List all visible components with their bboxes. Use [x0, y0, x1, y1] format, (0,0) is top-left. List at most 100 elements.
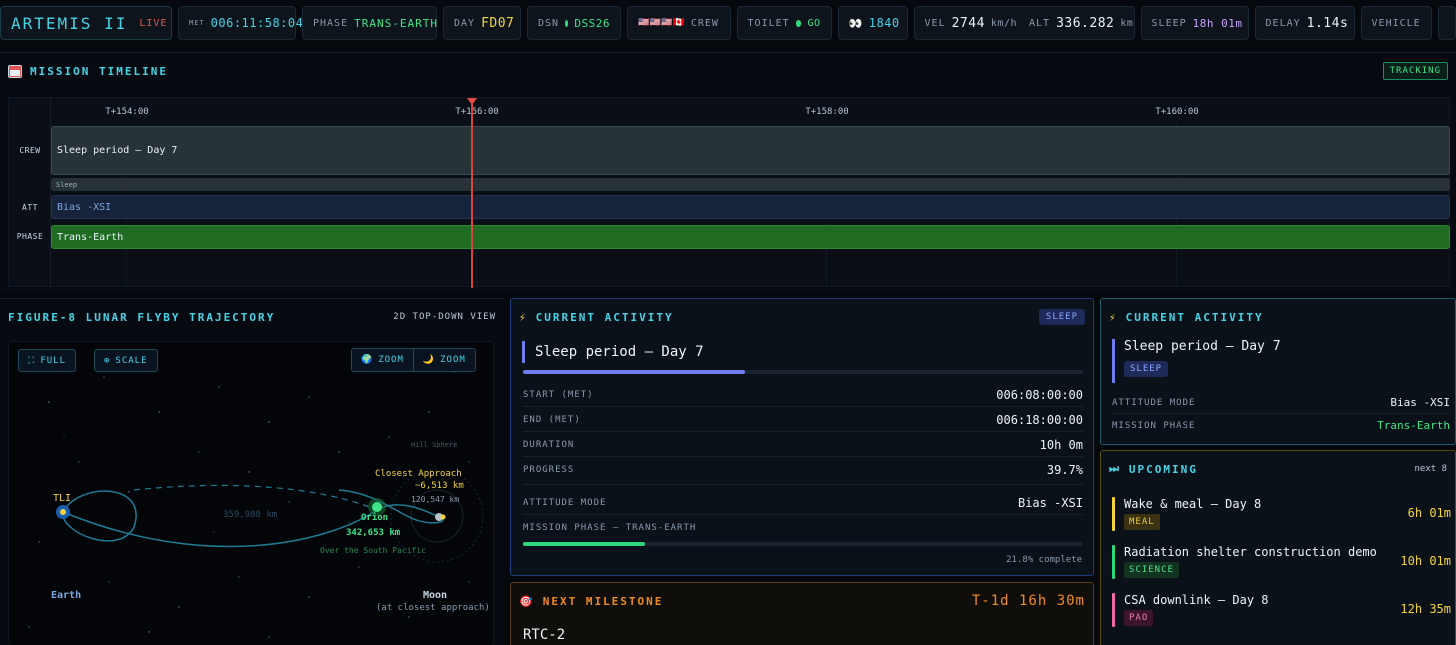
next-milestone-panel: 🎯 NEXT MILESTONE T-1d 16h 30m RTC-2 [510, 582, 1094, 645]
moon-distance: 120,547 km [411, 495, 460, 504]
upcoming-item[interactable]: CSA downlink — Day 8 PAO 12h 35m [1112, 593, 1451, 633]
upcoming-tag: SCIENCE [1124, 562, 1179, 578]
upcoming-color-bar [1112, 497, 1115, 531]
dsn-value: DSS26 [574, 16, 610, 30]
scale-button[interactable]: ⊕ SCALE [94, 349, 158, 372]
met-label: MET [189, 19, 205, 27]
scale-label: SCALE [115, 355, 148, 366]
time-tick: T+158:00 [805, 107, 849, 117]
met-chip: MET 006:11:58:04 [178, 6, 303, 40]
trajectory-svg [28, 371, 484, 638]
toilet-value: GO [807, 17, 821, 29]
kv-progress: PROGRESS 39.7% [523, 463, 1083, 477]
milestone-title-text: NEXT MILESTONE [542, 594, 664, 608]
lane-label-crew: CREW [19, 146, 41, 155]
closest-approach-label: Closest Approach [375, 469, 462, 479]
timeline-title: MISSION TIMELINE [8, 64, 168, 78]
hill-sphere-label: Hill Sphere [411, 441, 458, 449]
orion-distance: 342,653 km [346, 528, 401, 538]
day-chip: DAY FD07 [443, 6, 521, 40]
delay-label: DELAY [1265, 17, 1301, 29]
upcoming-time: 10h 01m [1400, 554, 1451, 568]
trajectory-header: FIGURE-8 LUNAR FLYBY TRAJECTORY 2D TOP-D… [0, 299, 504, 335]
progress-value: 39.7% [1046, 463, 1083, 477]
moon-label: Moon [423, 590, 448, 601]
crew-activity-bar[interactable]: Sleep period — Day 7 [51, 126, 1450, 175]
side-kv-phase: MISSION PHASE Trans-Earth [1112, 419, 1450, 432]
crew-sub-bar[interactable]: Sleep [51, 178, 1450, 191]
fast-forward-icon: ⏭ [1109, 462, 1121, 475]
globe-icon: 🌍 [361, 355, 374, 365]
zoom-moon-button[interactable]: 🌙 ZOOM [412, 349, 475, 371]
end-value: 006:18:00:00 [996, 413, 1083, 427]
milestone-name: RTC-2 [523, 627, 566, 643]
tli-label: TLI [53, 493, 72, 504]
lightning-icon: ⚡ [519, 310, 528, 324]
upcoming-item[interactable]: Wake & meal — Day 8 MEAL 6h 01m [1112, 497, 1451, 537]
trajectory-map[interactable]: ⛶ FULL ⊕ SCALE 🌍 ZOOM 🌙 ZOOM TLI Earth M… [8, 341, 494, 645]
live-label: LIVE [139, 17, 168, 29]
toilet-chip: TOILET GO [736, 6, 832, 40]
dsn-status-icon [565, 19, 569, 27]
toilet-status-icon [795, 19, 802, 27]
upcoming-panel: ⏭ UPCOMING next 8 Wake & meal — Day 8 MEA… [1100, 450, 1456, 645]
current-time-marker-head [467, 98, 477, 105]
phase-bar[interactable]: Trans-Earth [51, 225, 1450, 249]
viewers-chip: 👀 1840 [837, 6, 908, 40]
mission-brand: ARTEMIS II LIVE [0, 6, 172, 40]
activity-name: Sleep period — Day 7 [522, 341, 704, 363]
crew-label: CREW [690, 17, 719, 29]
upcoming-color-bar [1112, 545, 1115, 579]
activity-progress-fill [523, 370, 746, 374]
duration-value: 10h 0m [1039, 438, 1083, 452]
alt-label: ALT [1029, 17, 1051, 29]
status-bar: ARTEMIS II LIVE MET 006:11:58:04 PHASE T… [0, 0, 1456, 46]
vehicle-label: VEHICLE [1371, 17, 1421, 29]
kv-attitude: ATTITUDE MODE Bias -XSI [523, 496, 1083, 510]
vel-alt-chip: VEL 2744 km/h ALT 336.282 km [913, 6, 1135, 40]
mission-phase-label: MISSION PHASE — TRANS-EARTH [523, 523, 697, 533]
tli-marker [60, 509, 66, 515]
timeline-header: MISSION TIMELINE TRACKING [0, 53, 1456, 89]
orion-label: Orion [361, 513, 389, 523]
tracking-toggle[interactable]: TRACKING [1382, 62, 1448, 80]
return-path [133, 484, 378, 511]
upcoming-item[interactable]: Radiation shelter construction demo SCIEN… [1112, 545, 1451, 585]
activity-title-text: CURRENT ACTIVITY [535, 310, 674, 324]
side-activity-header: ⚡ CURRENT ACTIVITY [1101, 299, 1455, 335]
vehicle-button[interactable]: VEHICLE [1360, 6, 1432, 40]
start-label: START (MET) [523, 390, 594, 400]
toilet-label: TOILET [747, 17, 790, 29]
zoom-earth-label: ZOOM [378, 355, 404, 365]
dsn-label: DSN [538, 17, 560, 29]
timeline-canvas[interactable]: CREW ATT PHASE T+154:00 T+156:00 T+158:0… [8, 97, 1450, 288]
side-kv-attitude: ATTITUDE MODE Bias -XSI [1112, 396, 1450, 409]
time-tick: T+154:00 [105, 107, 149, 117]
full-button[interactable]: ⛶ FULL [18, 349, 76, 372]
side-activity-title: ⚡ CURRENT ACTIVITY [1109, 311, 1264, 324]
phase-complete-note: 21.8% complete [1006, 555, 1082, 565]
attitude-bar[interactable]: Bias -XSI [51, 195, 1450, 219]
upcoming-time: 12h 35m [1400, 602, 1451, 616]
met-value: 006:11:58:04 [210, 16, 304, 30]
lane-label-att: ATT [22, 203, 38, 212]
kv-end: END (MET) 006:18:00:00 [523, 413, 1083, 427]
alt-unit: km [1120, 17, 1134, 29]
day-value: FD07 [481, 15, 515, 31]
orion-marker [372, 502, 382, 512]
zoom-earth-button[interactable]: 🌍 ZOOM [352, 349, 413, 371]
extra-chip [1437, 6, 1456, 40]
dsn-chip[interactable]: DSN DSS26 [527, 6, 621, 40]
vel-unit: km/h [990, 17, 1017, 29]
current-time-marker [471, 100, 473, 288]
time-tick: T+156:00 [455, 107, 499, 117]
side-attitude-value: Bias -XSI [1390, 396, 1450, 409]
kv-duration: DURATION 10h 0m [523, 438, 1083, 452]
day-label: DAY [454, 17, 476, 29]
trajectory-title: FIGURE-8 LUNAR FLYBY TRAJECTORY [8, 310, 276, 324]
milestone-header: 🎯 NEXT MILESTONE T-1d 16h 30m [511, 583, 1093, 619]
end-label: END (MET) [523, 415, 581, 425]
trajectory-panel: FIGURE-8 LUNAR FLYBY TRAJECTORY 2D TOP-D… [0, 298, 504, 645]
milestone-title: 🎯 NEXT MILESTONE [519, 595, 663, 608]
crew-chip[interactable]: 🇺🇸🇺🇸🇺🇸🇨🇦 CREW [627, 6, 731, 40]
